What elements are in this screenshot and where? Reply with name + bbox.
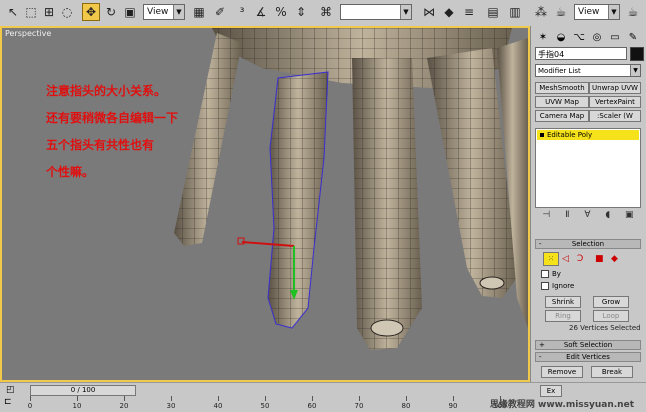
- render-setup-icon[interactable]: ☕: [552, 3, 570, 21]
- angle-snap-icon[interactable]: ∡: [252, 3, 270, 21]
- tick-label: 10: [72, 402, 82, 410]
- tick-label: 40: [213, 402, 223, 410]
- render-type-dropdown[interactable]: View ▼: [574, 4, 620, 20]
- by-vertex-checkbox[interactable]: By: [541, 270, 561, 278]
- ring-button[interactable]: Ring: [545, 310, 581, 322]
- break-button[interactable]: Break: [591, 366, 633, 378]
- key-filter-icon[interactable]: ⊏: [4, 397, 12, 407]
- stack-item-editable-poly[interactable]: Editable Poly: [537, 130, 639, 140]
- curve-editor-icon[interactable]: ▤: [484, 3, 502, 21]
- display-tab-icon[interactable]: ▭: [607, 29, 623, 45]
- tick-label: 90: [448, 402, 458, 410]
- motion-tab-icon[interactable]: ◎: [589, 29, 605, 45]
- watermark: 思缘教程网 www.missyuan.net: [489, 400, 634, 410]
- pin-stack-icon[interactable]: ⊣: [542, 210, 550, 222]
- remove-modifier-icon[interactable]: ◖: [605, 210, 610, 222]
- tick-label: 60: [307, 402, 317, 410]
- remove-button[interactable]: Remove: [541, 366, 583, 378]
- stack-controls: ⊣ Ⅱ ∀ ◖ ▣: [535, 210, 641, 222]
- command-panel: ✶ ◒ ⌥ ◎ ▭ ✎ 手指04 Modifier List ▼ MeshSmoo…: [530, 26, 646, 382]
- schematic-view-icon[interactable]: ▥: [506, 3, 524, 21]
- meshsmooth-button[interactable]: MeshSmooth: [535, 82, 589, 94]
- vertex-mode-icon[interactable]: ⁙: [543, 252, 559, 266]
- note-line-2: 还有要稍微各自编辑一下: [46, 111, 179, 125]
- hand-mesh[interactable]: [2, 28, 528, 380]
- edit-vertices-rollout-header[interactable]: - Edit Vertices: [535, 352, 641, 362]
- pivot-center-icon[interactable]: ▦: [190, 3, 208, 21]
- quick-render-icon[interactable]: ☕: [624, 3, 642, 21]
- modifier-list-dropdown[interactable]: Modifier List ▼: [535, 64, 641, 77]
- modifier-stack[interactable]: Editable Poly: [535, 128, 641, 208]
- object-name-field[interactable]: 手指04: [535, 47, 627, 60]
- spinner-snap-icon[interactable]: ⇕: [292, 3, 310, 21]
- selection-status: 26 Vertices Selected: [569, 324, 641, 332]
- uvw-map-button[interactable]: UVW Map: [535, 96, 589, 108]
- grow-button[interactable]: Grow: [593, 296, 629, 308]
- utilities-tab-icon[interactable]: ✎: [625, 29, 641, 45]
- time-slider[interactable]: 0 / 100: [30, 385, 136, 396]
- create-tab-icon[interactable]: ✶: [535, 29, 551, 45]
- named-selection-set[interactable]: ▼: [340, 4, 412, 20]
- unwrap-uvw-button[interactable]: Unwrap UVW: [589, 82, 641, 94]
- tick-label: 20: [119, 402, 129, 410]
- ignore-backfacing-checkbox[interactable]: Ignore: [541, 282, 574, 290]
- object-color-swatch[interactable]: [630, 47, 644, 61]
- shrink-button[interactable]: Shrink: [545, 296, 581, 308]
- timeline-area: ◰ 0 / 100 ⊏ 0 10 20 30 40 50 60 70 80 90…: [0, 382, 646, 412]
- window-crossing-icon[interactable]: ◌: [58, 3, 76, 21]
- configure-sets-icon[interactable]: ▣: [625, 210, 634, 222]
- main-toolbar: ↖ ⬚ ⊞ ◌ ✥ ↻ ▣ View ▼ ▦ ✐ ³ ∡ % ⇕ ⌘ ▼ ⋈ ◆ …: [0, 0, 646, 27]
- select-by-name-icon[interactable]: ⊞: [40, 3, 58, 21]
- soft-selection-rollout-header[interactable]: + Soft Selection: [535, 340, 641, 350]
- hierarchy-tab-icon[interactable]: ⌥: [571, 29, 587, 45]
- extrude-button[interactable]: Ex: [540, 385, 562, 397]
- select-region-icon[interactable]: ⬚: [22, 3, 40, 21]
- element-mode-icon[interactable]: ◆: [611, 254, 618, 264]
- selection-rollout-header[interactable]: - Selection: [535, 239, 641, 249]
- modify-tab-icon[interactable]: ◒: [553, 29, 569, 45]
- perspective-viewport[interactable]: Perspective 注意指头的大小关系。 还有要稍微各自编辑一下 五个指头有…: [0, 26, 530, 382]
- move-icon[interactable]: ✥: [82, 3, 100, 21]
- snap-3d-icon[interactable]: ³: [233, 3, 251, 21]
- scale-icon[interactable]: ▣: [121, 3, 139, 21]
- material-editor-icon[interactable]: ⁂: [532, 3, 550, 21]
- vertexpaint-button[interactable]: VertexPaint: [589, 96, 641, 108]
- select-icon[interactable]: ↖: [4, 3, 22, 21]
- align-icon[interactable]: ◆: [440, 3, 458, 21]
- layer-manager-icon[interactable]: ≡: [460, 3, 478, 21]
- named-selection-icon[interactable]: ⌘: [317, 3, 335, 21]
- polygon-mode-icon[interactable]: ■: [595, 254, 604, 264]
- rotate-icon[interactable]: ↻: [102, 3, 120, 21]
- percent-snap-icon[interactable]: %: [272, 3, 290, 21]
- mini-listener-icon[interactable]: ◰: [6, 385, 15, 395]
- tick-label: 70: [354, 402, 364, 410]
- note-line-1: 注意指头的大小关系。: [46, 84, 167, 98]
- tick-label: 0: [27, 402, 33, 410]
- camera-map-button[interactable]: Camera Map: [535, 110, 589, 122]
- note-line-4: 个性嘛。: [46, 165, 95, 179]
- track-bar[interactable]: 0 10 20 30 40 50 60 70 80 90 100: [27, 396, 530, 410]
- select-manipulate-icon[interactable]: ✐: [211, 3, 229, 21]
- tick-label: 50: [260, 402, 270, 410]
- tick-label: 80: [401, 402, 411, 410]
- loop-button[interactable]: Loop: [593, 310, 629, 322]
- mirror-icon[interactable]: ⋈: [420, 3, 438, 21]
- border-mode-icon[interactable]: Ↄ: [577, 254, 583, 264]
- tick-label: 30: [166, 402, 176, 410]
- note-line-3: 五个指头有共性也有: [46, 138, 155, 152]
- show-end-result-icon[interactable]: Ⅱ: [565, 210, 569, 222]
- edge-mode-icon[interactable]: ◁: [562, 254, 569, 264]
- reference-coord-dropdown[interactable]: View ▼: [143, 4, 185, 20]
- scaler-button[interactable]: :Scaler (W: [589, 110, 641, 122]
- make-unique-icon[interactable]: ∀: [584, 210, 590, 222]
